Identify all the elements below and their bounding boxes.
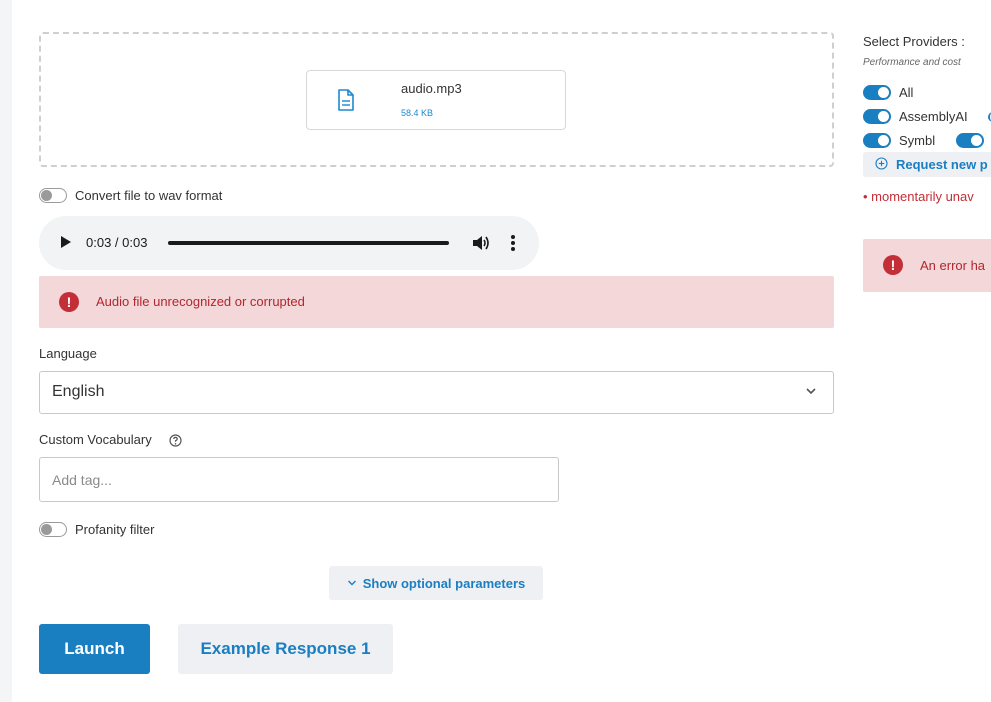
providers-subtitle: Performance and cost [863, 57, 961, 68]
audio-time: 0:03 / 0:03 [86, 235, 148, 250]
show-optional-parameters-button[interactable]: Show optional parameters [329, 566, 543, 600]
error-icon: ! [59, 292, 79, 312]
plus-circle-icon [875, 157, 888, 170]
language-select[interactable] [39, 371, 834, 414]
help-icon[interactable] [169, 434, 182, 447]
file-name: audio.mp3 [401, 81, 462, 96]
chevron-down-icon [347, 580, 356, 586]
toggle-knob [971, 135, 982, 146]
profanity-label: Profanity filter [75, 522, 155, 537]
audio-progress-bar[interactable] [168, 241, 449, 245]
unavailable-note: • momentarily unav [863, 189, 974, 204]
vocabulary-tag-input[interactable] [39, 457, 559, 502]
toggle-knob [41, 524, 52, 535]
provider-label-assemblyai: AssemblyAI [899, 109, 968, 124]
providers-title: Select Providers : [863, 34, 965, 49]
toggle-knob [41, 190, 52, 201]
provider-toggle-assemblyai[interactable] [863, 109, 891, 124]
file-size: 58.4 KB [401, 108, 434, 118]
provider-error-text: An error ha [920, 258, 986, 273]
play-icon[interactable] [61, 236, 71, 248]
vocabulary-label: Custom Vocabulary [39, 432, 152, 447]
toggle-knob [878, 111, 889, 122]
provider-toggle-all[interactable] [863, 85, 891, 100]
toggle-knob [878, 87, 889, 98]
volume-icon[interactable] [472, 234, 490, 252]
request-new-provider-label: Request new p [896, 157, 988, 172]
show-optional-parameters-label: Show optional parameters [362, 575, 526, 591]
more-options-icon[interactable] [509, 234, 517, 252]
language-label: Language [39, 346, 97, 361]
language-value: English [52, 383, 105, 400]
profanity-toggle[interactable] [39, 522, 67, 537]
example-response-button[interactable]: Example Response 1 [178, 624, 393, 674]
launch-button[interactable]: Launch [39, 624, 150, 674]
file-icon [338, 89, 354, 111]
provider-label-all: All [899, 85, 914, 100]
provider-toggle-symbl[interactable] [863, 133, 891, 148]
error-icon: ! [883, 255, 903, 275]
provider-label-symbl: Symbl [899, 133, 936, 148]
error-message: Audio file unrecognized or corrupted [96, 294, 305, 309]
provider-toggle-next[interactable] [956, 133, 984, 148]
convert-wav-toggle[interactable] [39, 188, 67, 203]
chevron-down-icon[interactable] [805, 385, 817, 397]
toggle-knob [878, 135, 889, 146]
convert-wav-label: Convert file to wav format [75, 188, 223, 203]
